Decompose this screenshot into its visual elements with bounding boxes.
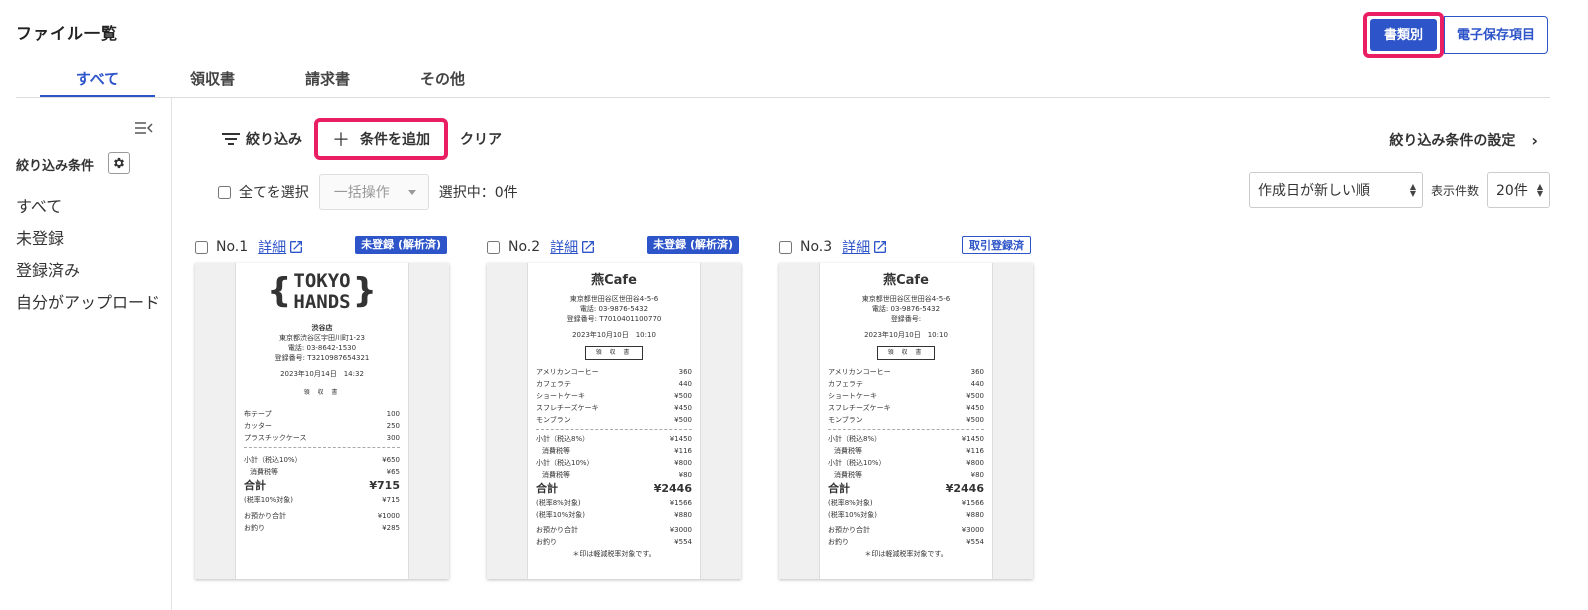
file-card: No.1 詳細 未登録 (解析済) { TOKYO HANDS } 渋谷店 東京都… xyxy=(195,234,449,579)
page-size-select[interactable]: 20件 ▲ ▼ xyxy=(1487,172,1550,208)
card-number: No.1 xyxy=(216,239,249,255)
file-thumbnail[interactable]: 燕Cafe 東京都世田谷区世田谷4-5-6 電話: 03-9876-5432 登… xyxy=(779,263,1033,579)
tab-others[interactable]: その他 xyxy=(385,62,500,97)
store-logo: { TOKYO HANDS } xyxy=(267,270,377,313)
filter-icon xyxy=(222,133,240,145)
receipt-image: { TOKYO HANDS } 渋谷店 東京都渋谷区宇田川町1-23 電話: 03… xyxy=(235,263,409,579)
status-badge: 未登録 (解析済) xyxy=(355,236,447,254)
card-header: No.3 詳細 取引登録済 xyxy=(779,234,1033,260)
page-size-label: 表示件数 xyxy=(1430,183,1479,198)
external-link-icon xyxy=(290,241,303,253)
card-header: No.1 詳細 未登録 (解析済) xyxy=(195,234,449,260)
card-checkbox[interactable] xyxy=(487,240,500,254)
detail-label: 詳細 xyxy=(258,240,287,256)
status-badge: 取引登録済 xyxy=(962,236,1031,254)
filter-label: 絞り込み xyxy=(246,132,302,148)
bulk-action-placeholder: 一括操作 xyxy=(333,185,390,201)
sort-value: 作成日が新しい順 xyxy=(1257,183,1370,199)
status-badge: 未登録 (解析済) xyxy=(647,236,739,254)
card-checkbox[interactable] xyxy=(779,240,792,254)
page-title: ファイル一覧 xyxy=(16,24,119,43)
add-condition-label: 条件を追加 xyxy=(360,132,430,148)
receipt-image: 燕Cafe 東京都世田谷区世田谷4-5-6 電話: 03-9876-5432 登… xyxy=(527,263,701,579)
detail-link[interactable]: 詳細 xyxy=(258,237,304,257)
detail-label: 詳細 xyxy=(550,240,579,256)
highlight-box: 書類別 xyxy=(1362,12,1444,58)
sidebar-item-all[interactable]: すべて xyxy=(16,196,160,228)
view-by-item-button[interactable]: 電子保存項目 xyxy=(1443,16,1548,54)
detail-link[interactable]: 詳細 xyxy=(550,237,596,257)
card-checkbox[interactable] xyxy=(195,240,208,254)
tab-all[interactable]: すべて xyxy=(40,62,155,97)
clear-button[interactable]: クリア xyxy=(460,129,502,149)
select-all-label: 全てを選択 xyxy=(239,185,309,201)
up-down-icon: ▲ ▼ xyxy=(1409,182,1416,198)
chevron-down-icon xyxy=(407,190,416,195)
sidebar-item-unregistered[interactable]: 未登録 xyxy=(16,228,160,260)
sidebar-title: 絞り込み条件 xyxy=(16,159,95,174)
detail-link[interactable]: 詳細 xyxy=(842,237,888,257)
filter-bar: 絞り込み ＋ 条件を追加 クリア xyxy=(222,118,502,160)
sidebar-item-registered[interactable]: 登録済み xyxy=(16,260,160,292)
detail-label: 詳細 xyxy=(842,240,871,256)
page-size-value: 20件 xyxy=(1496,183,1528,199)
plus-icon: ＋ xyxy=(332,130,350,151)
collapse-sidebar-icon[interactable] xyxy=(134,120,154,136)
tab-receipts[interactable]: 領収書 xyxy=(155,62,270,97)
file-thumbnail[interactable]: 燕Cafe 東京都世田谷区世田谷4-5-6 電話: 03-9876-5432 登… xyxy=(487,263,741,579)
card-number: No.2 xyxy=(508,239,541,255)
gear-icon xyxy=(114,157,124,169)
selection-row: 全てを選択 一括操作 選択中：0件 xyxy=(218,174,518,210)
sidebar-filter-list: すべて 未登録 登録済み 自分がアップロード xyxy=(16,196,160,324)
highlight-box: ＋ 条件を追加 xyxy=(314,118,448,160)
selected-count: 選択中：0件 xyxy=(438,185,518,201)
sidebar: 絞り込み条件 すべて 未登録 登録済み 自分がアップロード xyxy=(0,98,172,610)
sort-select[interactable]: 作成日が新しい順 ▲ ▼ xyxy=(1248,172,1423,208)
external-link-icon xyxy=(874,241,887,253)
view-toggle: 書類別 電子保存項目 xyxy=(1362,12,1548,58)
sidebar-item-my-uploads[interactable]: 自分がアップロード xyxy=(16,292,160,324)
file-card: No.3 詳細 取引登録済 燕Cafe 東京都世田谷区世田谷4-5-6 電話: … xyxy=(779,234,1033,579)
filter-button[interactable]: 絞り込み xyxy=(222,129,302,149)
bulk-action-select[interactable]: 一括操作 xyxy=(318,174,429,210)
filter-settings-button[interactable] xyxy=(108,152,130,174)
file-card: No.2 詳細 未登録 (解析済) 燕Cafe 東京都世田谷区世田谷4-5-6 … xyxy=(487,234,741,579)
select-all-checkbox[interactable] xyxy=(218,185,231,199)
sort-area: 作成日が新しい順 ▲ ▼ 表示件数 20件 ▲ ▼ xyxy=(1248,172,1550,208)
up-down-icon: ▲ ▼ xyxy=(1536,182,1543,198)
external-link-icon xyxy=(582,241,595,253)
filter-settings-link[interactable]: 絞り込み条件の設定 › xyxy=(1389,130,1538,150)
add-condition-button[interactable]: ＋ 条件を追加 xyxy=(332,126,430,152)
tab-invoices[interactable]: 請求書 xyxy=(270,62,385,97)
select-all[interactable]: 全てを選択 xyxy=(218,182,309,202)
filter-settings-label: 絞り込み条件の設定 xyxy=(1389,133,1516,149)
tab-bar: すべて 領収書 請求書 その他 xyxy=(16,62,1550,98)
file-card-grid: No.1 詳細 未登録 (解析済) { TOKYO HANDS } 渋谷店 東京都… xyxy=(195,234,1071,579)
view-by-type-button[interactable]: 書類別 xyxy=(1369,19,1437,51)
chevron-right-icon: › xyxy=(1531,130,1538,150)
card-number: No.3 xyxy=(800,239,833,255)
receipt-image: 燕Cafe 東京都世田谷区世田谷4-5-6 電話: 03-9876-5432 登… xyxy=(819,263,993,579)
card-header: No.2 詳細 未登録 (解析済) xyxy=(487,234,741,260)
file-thumbnail[interactable]: { TOKYO HANDS } 渋谷店 東京都渋谷区宇田川町1-23 電話: 03… xyxy=(195,263,449,579)
